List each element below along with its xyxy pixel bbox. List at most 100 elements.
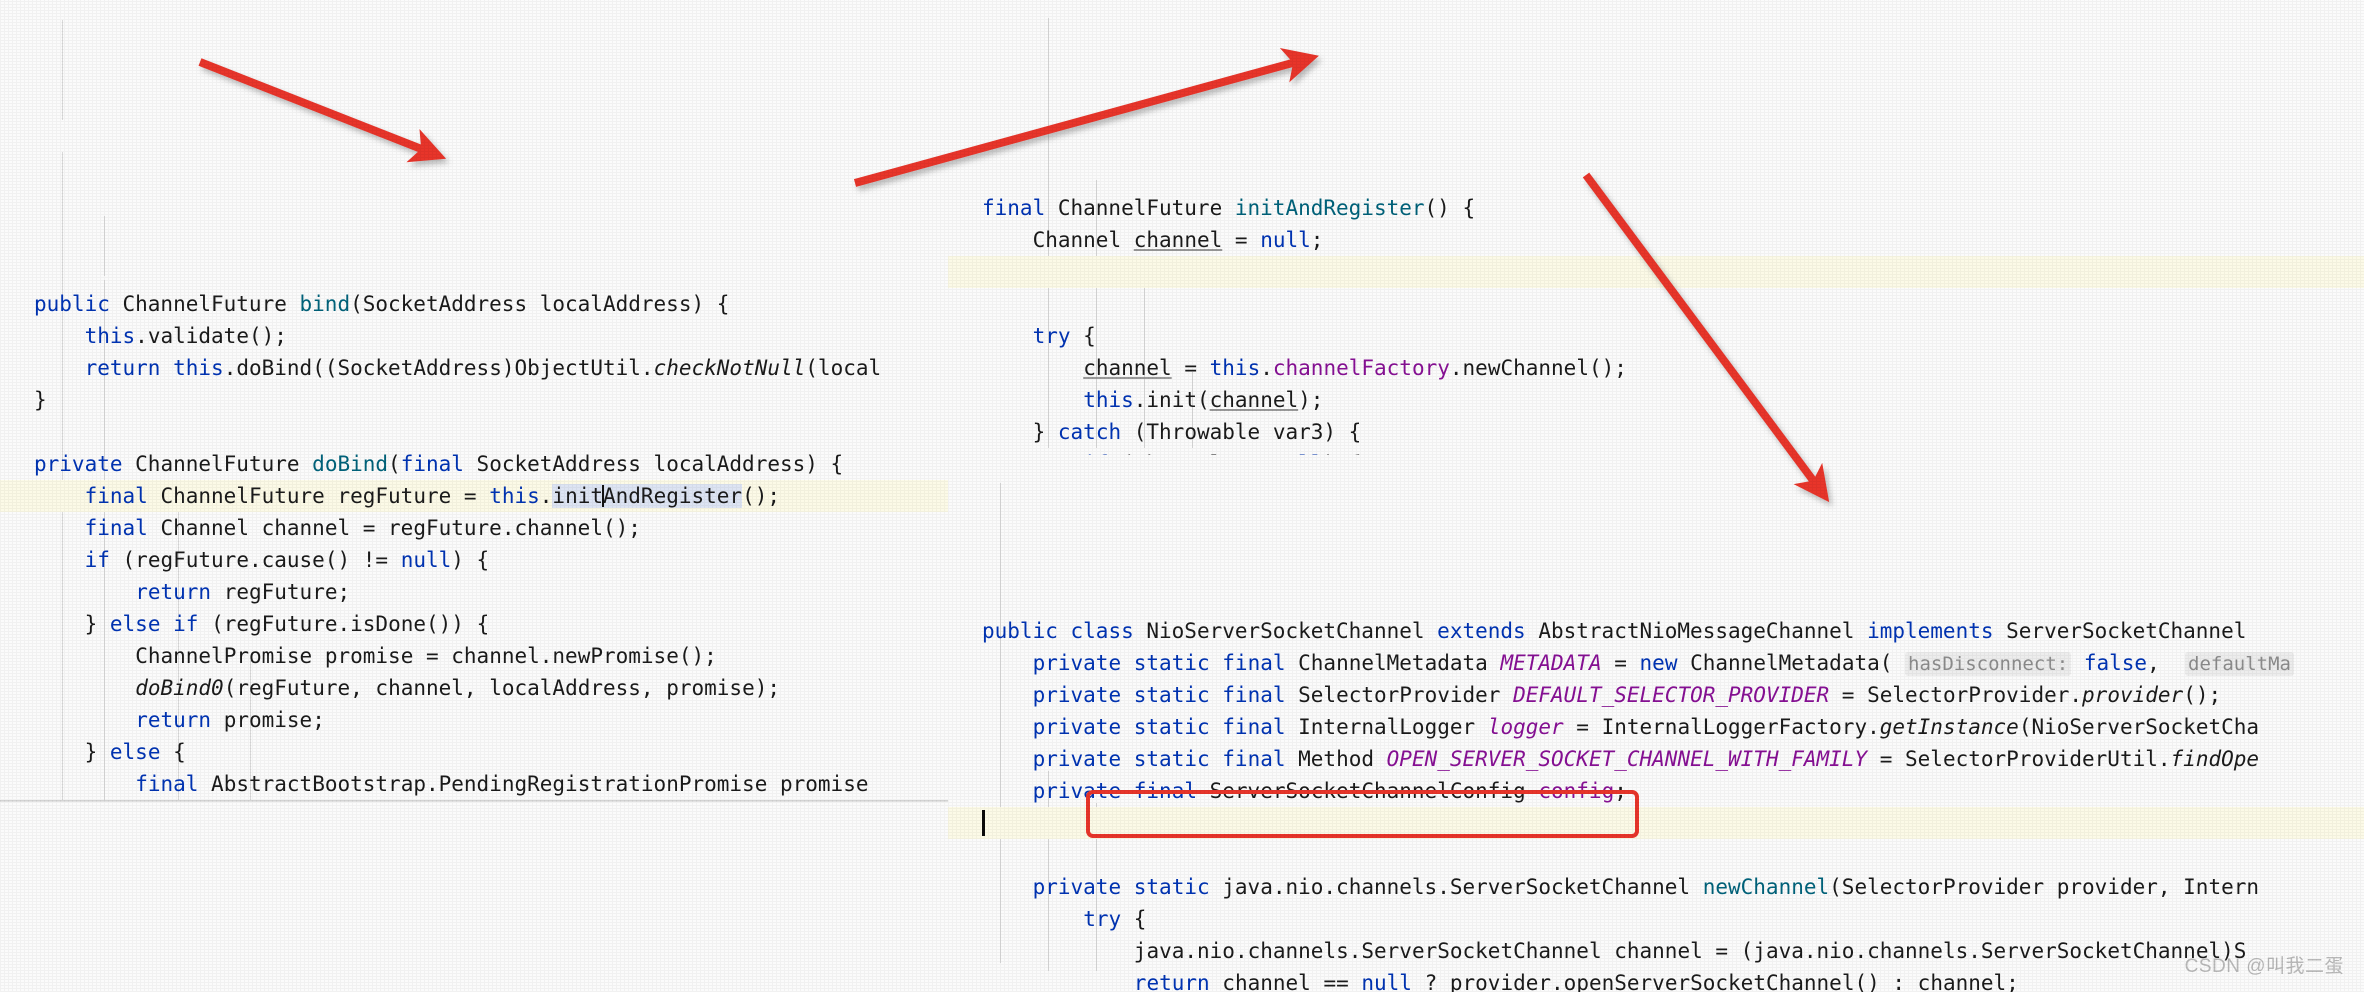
code-token: config (1538, 779, 1615, 803)
code-text: final ChannelFuture initAndRegister() { (982, 192, 1475, 224)
code-token: try (1032, 324, 1071, 348)
code-token: getInstance (1879, 715, 2019, 739)
code-token: (); (2183, 683, 2222, 707)
code-token: static (1133, 651, 1210, 675)
code-text: private static final InternalLogger logg… (1033, 711, 2259, 743)
block-caret (982, 810, 985, 836)
code-line[interactable]: channel = this.channelFactory.newChannel… (948, 352, 2364, 384)
code-token: private (1032, 683, 1122, 707)
code-token: null (400, 548, 452, 572)
code-line[interactable]: private ChannelFuture doBind(final Socke… (0, 448, 948, 480)
code-token: ChannelFuture regFuture = (147, 484, 490, 508)
code-token: ChannelPromise promise = channel.newProm… (135, 644, 717, 668)
code-token: ChannelFuture (122, 452, 313, 476)
editor-pane-left[interactable]: public ChannelFuture bind(SocketAddress … (0, 0, 949, 801)
code-token: initAndRegister (552, 484, 743, 508)
code-token: hasDisconnect: (1905, 652, 2072, 676)
code-token: logger (1487, 715, 1564, 739)
code-line[interactable]: final ChannelFuture initAndRegister() { (948, 192, 2364, 224)
code-line[interactable]: } else { (0, 736, 948, 768)
code-line[interactable]: private static final ChannelMetadata MET… (948, 647, 2364, 679)
code-token: static (1133, 747, 1210, 771)
code-text: } (34, 384, 47, 416)
code-line[interactable]: try { (948, 903, 2364, 935)
code-line[interactable]: final ChannelFuture regFuture = this.ini… (0, 480, 948, 512)
code-token: if (173, 612, 199, 636)
code-token: (NioServerSocketCha (2018, 715, 2260, 739)
code-line[interactable]: public class NioServerSocketChannel exte… (948, 615, 2364, 647)
code-token: null (1361, 971, 1412, 992)
code-line[interactable]: ChannelPromise promise = channel.newProm… (0, 640, 948, 672)
code-text: private static final Method OPEN_SERVER_… (1033, 743, 2259, 775)
code-line[interactable]: final Channel channel = regFuture.channe… (0, 512, 948, 544)
code-text: final Channel channel = regFuture.channe… (85, 512, 641, 544)
code-token: bind (299, 292, 351, 316)
code-line[interactable]: } catch (Throwable var3) { (948, 416, 2364, 448)
code-token: private (34, 452, 123, 476)
code-line[interactable]: return promise; (0, 704, 948, 736)
code-token: checkNotNull (653, 356, 806, 380)
code-token: { (160, 740, 186, 764)
code-token: ); (1298, 388, 1324, 412)
code-token: static (1133, 683, 1210, 707)
code-token: .doBind((SocketAddress)ObjectUtil. (223, 356, 654, 380)
code-line[interactable]: private static final Method OPEN_SERVER_… (948, 743, 2364, 775)
code-line[interactable]: private static final InternalLogger logg… (948, 711, 2364, 743)
code-line[interactable]: } else if (regFuture.isDone()) { (0, 608, 948, 640)
code-line[interactable]: private static final SelectorProvider DE… (948, 679, 2364, 711)
code-token: ChannelFuture (1045, 196, 1235, 220)
code-token: ChannelFuture (109, 292, 300, 316)
caret-line-highlight (948, 807, 2364, 839)
code-token: final (1222, 651, 1286, 675)
code-line[interactable]: } (0, 384, 948, 416)
code-text: } else if (regFuture.isDone()) { (85, 608, 490, 640)
code-line[interactable]: final AbstractBootstrap.PendingRegistrat… (0, 768, 948, 800)
code-line[interactable]: try { (948, 320, 2364, 352)
code-token: newChannel (1702, 875, 1830, 899)
code-token: { (1070, 324, 1096, 348)
editor-pane-right-bottom[interactable]: public class NioServerSocketChannel exte… (948, 455, 2364, 992)
code-token: return (1133, 971, 1210, 992)
code-token: this (173, 356, 224, 380)
code-token: static (1133, 715, 1210, 739)
code-line[interactable]: Channel channel = null; (948, 224, 2364, 256)
code-line[interactable]: private static java.nio.channels.ServerS… (948, 871, 2364, 903)
code-line[interactable]: this.init(channel); (948, 384, 2364, 416)
code-line[interactable]: return regFuture; (0, 576, 948, 608)
code-token: } (1032, 420, 1058, 444)
code-line[interactable]: if (regFuture.cause() != null) { (0, 544, 948, 576)
code-text: } else { (85, 736, 186, 768)
code-token: try (1083, 907, 1122, 931)
code-line[interactable] (948, 288, 2364, 320)
code-line[interactable] (948, 256, 2364, 288)
code-token: defaultMa (2185, 652, 2294, 676)
code-text: if (regFuture.cause() != null) { (85, 544, 490, 576)
code-line[interactable] (0, 416, 948, 448)
code-line[interactable]: public ChannelFuture bind(SocketAddress … (0, 288, 948, 320)
code-token: ServerSocketChannel (1993, 619, 2247, 643)
editor-pane-right-top[interactable]: final ChannelFuture initAndRegister() {C… (948, 0, 2364, 456)
code-line[interactable]: this.validate(); (0, 320, 948, 352)
code-line[interactable]: doBind0(regFuture, channel, localAddress… (0, 672, 948, 704)
code-text: final ChannelFuture regFuture = this.ini… (85, 480, 780, 512)
code-token: extends (1437, 619, 1526, 643)
code-token: AbstractNioMessageChannel (1525, 619, 1868, 643)
code-text: private ChannelFuture doBind(final Socke… (34, 448, 843, 480)
code-token: Channel channel = regFuture.channel(); (147, 516, 641, 540)
code-line[interactable]: java.nio.channels.ServerSocketChannel ch… (948, 935, 2364, 967)
code-token: OPEN_SERVER_SOCKET_CHANNEL_WITH_FAMILY (1386, 747, 1868, 771)
code-line[interactable] (948, 839, 2364, 871)
code-token: channel == (1209, 971, 1362, 992)
code-line[interactable]: regFuture.addListener(operationComplete(… (0, 800, 948, 801)
code-token: channel (1209, 388, 1299, 412)
code-text: return channel == null ? provider.openSe… (1134, 967, 2019, 992)
code-token: (SelectorProvider provider, Intern (1829, 875, 2260, 899)
code-line[interactable]: private final ServerSocketChannelConfig … (948, 775, 2364, 807)
code-token: promise; (211, 708, 325, 732)
code-token: ? provider.openServerSocketChannel() : c… (1411, 971, 2019, 992)
code-line[interactable] (948, 807, 2364, 839)
code-token: . (1260, 356, 1273, 380)
code-line[interactable]: return channel == null ? provider.openSe… (948, 967, 2364, 992)
code-line[interactable]: return this.doBind((SocketAddress)Object… (0, 352, 948, 384)
